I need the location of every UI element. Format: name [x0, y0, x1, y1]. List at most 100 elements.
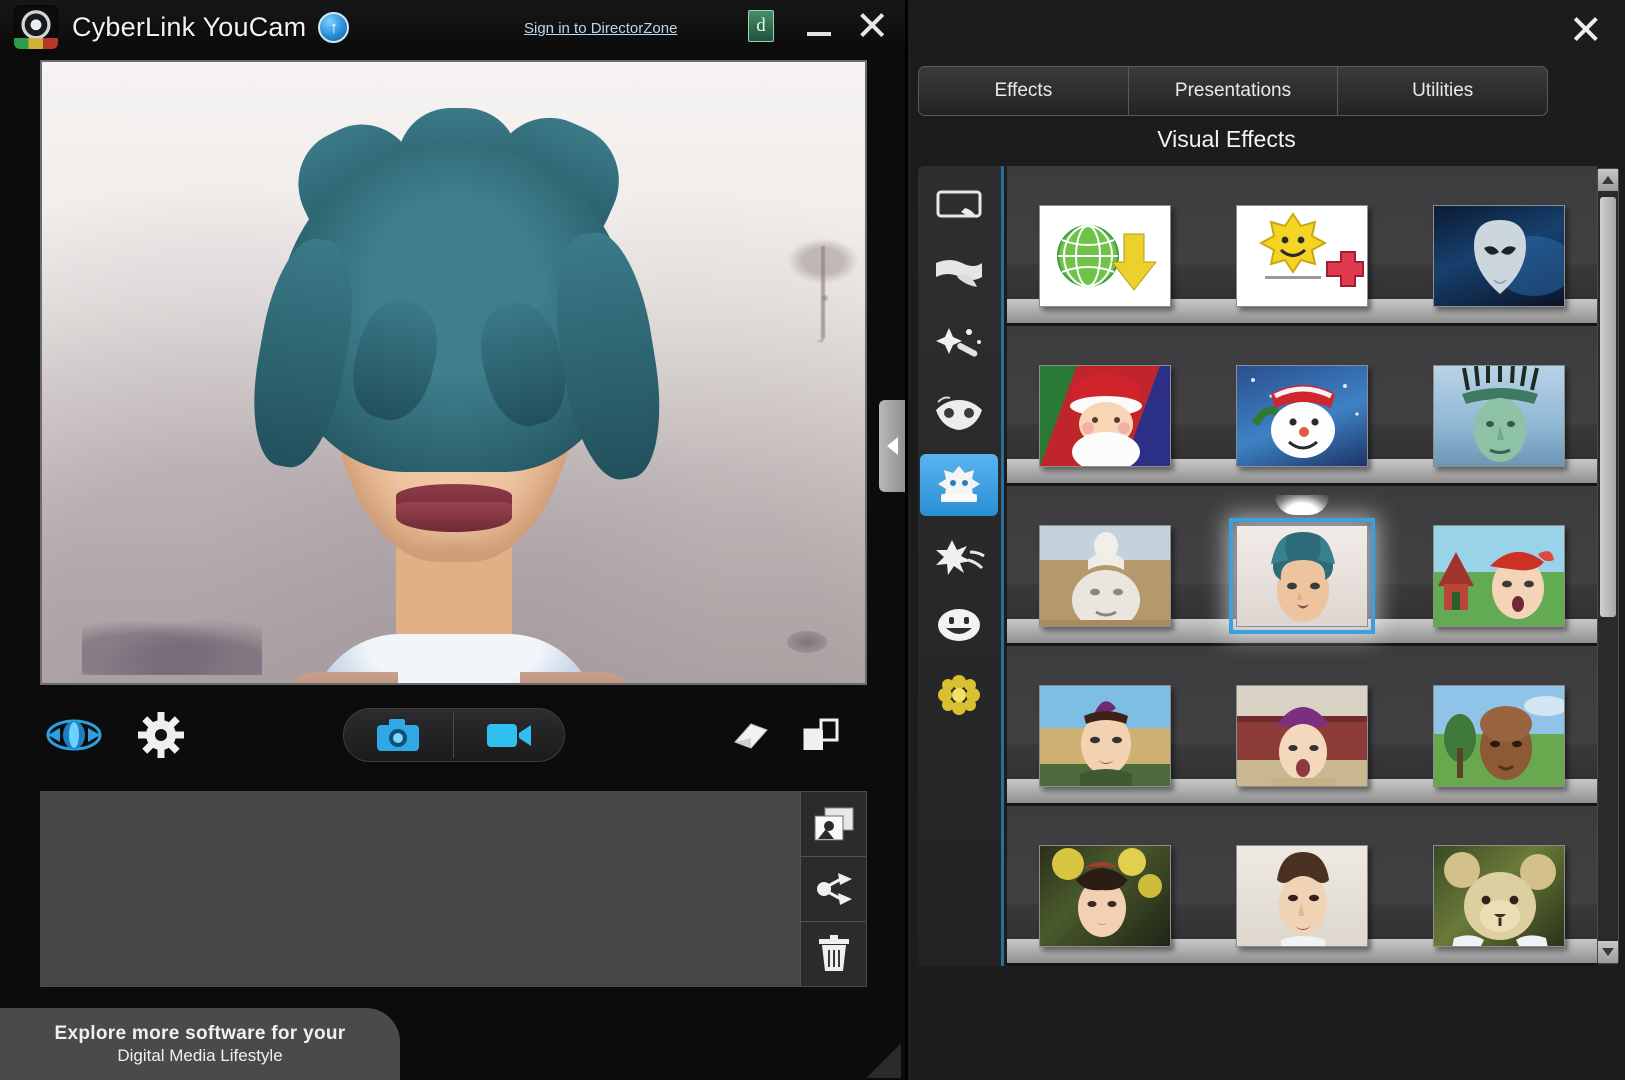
upgrade-arrow-icon[interactable]: ↑ [318, 12, 349, 43]
snowman-thumb [1236, 365, 1368, 467]
background-tree [777, 232, 867, 342]
tab-effects[interactable]: Effects [919, 67, 1129, 115]
effect-alien[interactable] [1400, 205, 1597, 323]
panel-heading: Visual Effects [908, 126, 1545, 153]
page-title: CyberLink YouCam [72, 12, 306, 43]
tab-presentations[interactable]: Presentations [1129, 67, 1339, 115]
record-video-button[interactable] [454, 709, 564, 761]
share-button[interactable] [801, 857, 866, 922]
filters-category[interactable] [920, 314, 998, 376]
effect-purple-hat[interactable] [1204, 685, 1401, 803]
spotlight [1275, 495, 1329, 515]
promo-line-2: Digital Media Lifestyle [117, 1046, 282, 1066]
avatar-overlay [224, 86, 684, 685]
effect-teddy-bear[interactable] [1400, 845, 1597, 963]
flower-headdress-thumb [1039, 845, 1171, 947]
collapse-panel-handle[interactable] [879, 400, 905, 492]
title-bar: CyberLink YouCam ↑ Sign in to DirectorZo… [0, 0, 905, 54]
panel-tabs: Effects Presentations Utilities [918, 66, 1548, 116]
close-button[interactable]: ✕ [855, 6, 889, 47]
delete-button[interactable] [801, 922, 866, 986]
scrollbar-thumb[interactable] [1600, 197, 1616, 617]
terracotta-thumb [1039, 525, 1171, 627]
close-panel-button[interactable]: ✕ [1569, 6, 1603, 54]
teddy-bear-thumb [1433, 845, 1565, 947]
shelf-row-5 [1007, 806, 1597, 966]
webcam-preview[interactable] [40, 60, 867, 685]
resize-grip[interactable] [867, 1044, 901, 1078]
magic-wand-icon [933, 324, 985, 366]
bald-man-thumb [1433, 685, 1565, 787]
gadgets-category[interactable] [920, 384, 998, 446]
effect-blue-hair-avatar[interactable] [1204, 525, 1401, 643]
youcam-app-window: CyberLink YouCam ↑ Sign in to DirectorZo… [0, 0, 1625, 1080]
capture-button-group [343, 708, 565, 762]
open-gallery-button[interactable] [801, 792, 866, 857]
particles-category[interactable] [920, 524, 998, 586]
effect-brown-hair-man[interactable] [1204, 845, 1401, 963]
background-rock-small [787, 631, 827, 653]
capture-toolbar [40, 685, 867, 785]
shelf-row-2 [1007, 326, 1597, 486]
youcam-logo-icon [14, 5, 58, 49]
effects-panel: ✕ Effects Presentations Utilities Visual… [905, 0, 1625, 1080]
effect-flower-headdress[interactable] [1007, 845, 1204, 963]
promo-line-1: Explore more software for your [55, 1023, 346, 1045]
smiley-icon [936, 605, 982, 645]
avatar-star-icon [933, 464, 985, 506]
purple-mohawk-thumb [1039, 685, 1171, 787]
globe-download-icon [1039, 205, 1171, 307]
frame-icon [935, 188, 983, 222]
mask-icon [932, 396, 986, 434]
settings-button[interactable] [138, 712, 184, 758]
face-beautify-button[interactable] [46, 718, 102, 752]
avatars-category[interactable] [920, 454, 998, 516]
scroll-down-arrow-icon[interactable] [1598, 941, 1618, 963]
category-rail [918, 166, 1004, 966]
frames-category[interactable] [920, 174, 998, 236]
promo-banner[interactable]: Explore more software for your Digital M… [0, 1008, 400, 1080]
emotions-category[interactable] [920, 594, 998, 656]
scroll-up-arrow-icon[interactable] [1598, 169, 1618, 191]
effect-statue-of-liberty[interactable] [1400, 365, 1597, 483]
distortions-category[interactable] [920, 244, 998, 306]
effect-red-headscarf[interactable] [1400, 525, 1597, 643]
download-more-effects[interactable] [1007, 205, 1204, 323]
effects-scrollbar[interactable] [1597, 168, 1619, 964]
blue-hair-avatar-thumb [1236, 525, 1368, 627]
webcam-preview-container [40, 60, 867, 685]
star-plus-icon [1236, 205, 1368, 307]
effect-bald-man[interactable] [1400, 685, 1597, 803]
directorzone-badge-icon[interactable]: d [748, 10, 774, 42]
effect-snowman[interactable] [1204, 365, 1401, 483]
directorzone-signin-link[interactable]: Sign in to DirectorZone [524, 20, 677, 37]
downloaded-category[interactable] [920, 664, 998, 726]
effect-terracotta-warrior[interactable] [1007, 525, 1204, 643]
chevron-left-icon [887, 437, 898, 455]
minimize-button[interactable] [803, 12, 835, 44]
gallery-tools [800, 792, 866, 986]
capture-gallery[interactable] [40, 791, 867, 987]
red-headscarf-thumb [1433, 525, 1565, 627]
effect-purple-mohawk[interactable] [1007, 685, 1204, 803]
add-new-effect[interactable] [1204, 205, 1401, 323]
santa-thumb [1039, 365, 1171, 467]
effects-shelves[interactable] [1007, 166, 1597, 966]
particle-icon [932, 534, 986, 576]
statue-liberty-thumb [1433, 365, 1565, 467]
purple-hat-thumb [1236, 685, 1368, 787]
tab-utilities[interactable]: Utilities [1338, 67, 1547, 115]
shelf-row-4 [1007, 646, 1597, 806]
clear-effects-button[interactable] [729, 720, 771, 750]
window-mode-button[interactable] [801, 716, 841, 754]
effect-santa[interactable] [1007, 365, 1204, 483]
flag-distort-icon [933, 255, 985, 295]
main-window: CyberLink YouCam ↑ Sign in to DirectorZo… [0, 0, 905, 1080]
snapshot-button[interactable] [344, 709, 454, 761]
gallery-empty-area[interactable] [41, 792, 800, 986]
avatar-hair [278, 142, 630, 472]
brown-hair-man-thumb [1236, 845, 1368, 947]
alien-face-thumb [1433, 205, 1565, 307]
shelf-row-1 [1007, 166, 1597, 326]
shelf-row-3 [1007, 486, 1597, 646]
